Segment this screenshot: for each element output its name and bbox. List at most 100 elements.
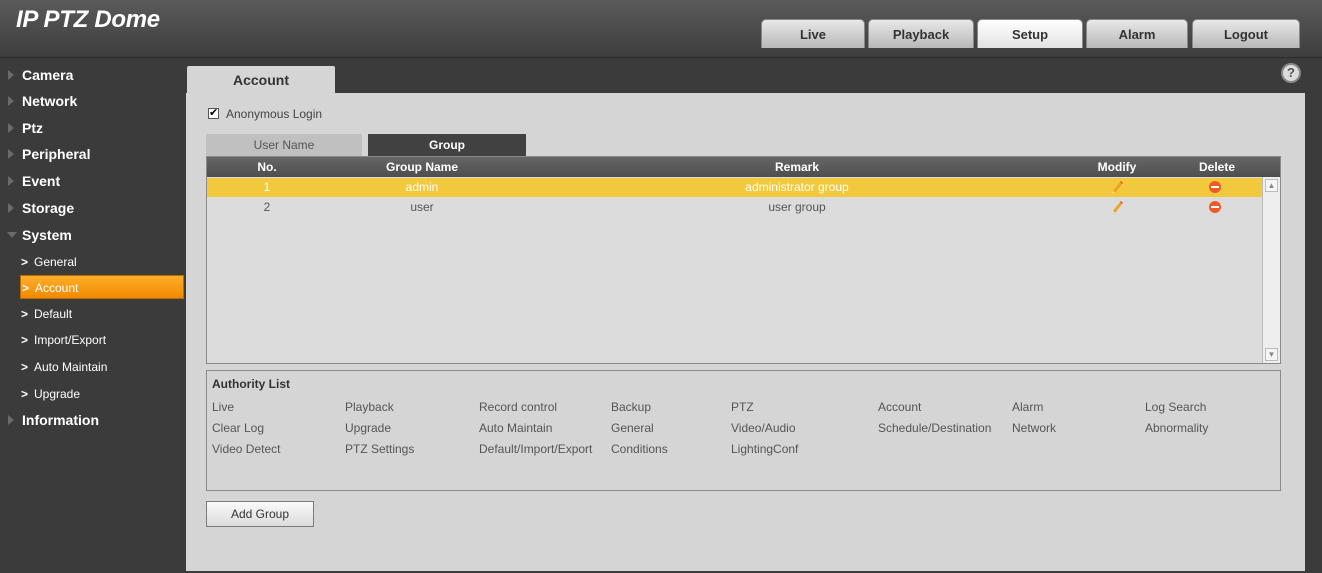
cell-no: 2 (263, 200, 271, 214)
nav-playback[interactable]: Playback (868, 19, 974, 48)
sidebar-menu-information[interactable]: Information (8, 412, 99, 428)
collapsed-arrow-icon (8, 415, 14, 425)
authority-item: Video/Audio (731, 421, 796, 435)
sidebar-menu-label: Network (22, 93, 78, 109)
collapsed-arrow-icon (8, 70, 14, 80)
chevron-right-icon: > (21, 360, 29, 374)
anonymous-login-label: Anonymous Login (226, 107, 323, 121)
subtab-user-name[interactable]: User Name (206, 134, 362, 156)
sidebar-item-label: Upgrade (34, 387, 81, 401)
sidebar-menu-label: Camera (22, 67, 74, 83)
sidebar-menu-camera[interactable]: Camera (8, 67, 74, 83)
scroll-down-icon[interactable]: ▼ (1265, 348, 1278, 361)
sidebar-menu-event[interactable]: Event (8, 173, 61, 189)
authority-item: Abnormality (1145, 421, 1209, 435)
authority-list: Authority List Live Playback Record cont… (206, 370, 1281, 491)
table-row[interactable]: 2 user user group (207, 198, 1262, 217)
authority-item: Clear Log (212, 421, 265, 435)
chevron-right-icon: > (21, 255, 29, 269)
cell-remark: user group (768, 200, 826, 214)
sidebar-item-account[interactable]: > Account (20, 275, 184, 299)
sidebar-item-upgrade[interactable]: > Upgrade (20, 382, 184, 406)
tab-account[interactable]: Account (187, 66, 335, 93)
cell-group-name: user (410, 200, 434, 214)
cell-remark: administrator group (745, 180, 849, 194)
delete-icon[interactable] (1209, 201, 1221, 213)
column-header-group-name: Group Name (385, 160, 458, 174)
sidebar-item-label: Import/Export (34, 333, 107, 347)
sidebar-item-label: Default (34, 307, 73, 321)
authority-item: PTZ (731, 400, 754, 414)
authority-item: Log Search (1145, 400, 1207, 414)
sidebar: Camera Network Ptz Peripheral Event Stor… (0, 58, 186, 573)
authority-item: PTZ Settings (345, 442, 415, 456)
sidebar-item-general[interactable]: > General (20, 250, 184, 274)
sidebar-menu-ptz[interactable]: Ptz (8, 120, 43, 136)
sidebar-item-default[interactable]: > Default (20, 302, 184, 326)
collapsed-arrow-icon (8, 123, 14, 133)
authority-item: Network (1012, 421, 1057, 435)
sidebar-menu-network[interactable]: Network (8, 93, 78, 109)
tab-strip (186, 58, 1305, 93)
main-panel: Account ? ✔ Anonymous Login User Name Gr… (186, 58, 1305, 571)
column-header-delete: Delete (1198, 160, 1236, 174)
subtab-group[interactable]: Group (368, 134, 526, 156)
sidebar-menu-label: Event (22, 173, 61, 189)
sidebar-item-label: Account (35, 281, 79, 295)
authority-item: Account (878, 400, 922, 414)
chevron-right-icon: > (21, 387, 29, 401)
authority-item: Backup (611, 400, 652, 414)
collapsed-arrow-icon (8, 203, 14, 213)
nav-logout[interactable]: Logout (1192, 19, 1300, 48)
chevron-right-icon: > (21, 333, 29, 347)
authority-item: Conditions (611, 442, 668, 456)
sidebar-menu-peripheral[interactable]: Peripheral (8, 146, 91, 162)
delete-icon[interactable] (1209, 181, 1221, 193)
authority-item: Video Detect (212, 442, 281, 456)
sidebar-menu-label: Ptz (22, 120, 43, 136)
sidebar-menu-system[interactable]: System (7, 227, 72, 243)
edit-pencil-icon[interactable] (1110, 180, 1124, 194)
authority-item: Upgrade (345, 421, 392, 435)
authority-item: Auto Maintain (479, 421, 553, 435)
nav-alarm[interactable]: Alarm (1086, 19, 1188, 48)
collapsed-arrow-icon (8, 176, 14, 186)
column-header-remark: Remark (774, 160, 820, 174)
sidebar-menu-storage[interactable]: Storage (8, 200, 75, 216)
chevron-right-icon: > (22, 281, 30, 295)
nav-live[interactable]: Live (761, 19, 865, 48)
authority-item: Schedule/Destination (878, 421, 992, 435)
cell-group-name: admin (405, 180, 439, 194)
brand-title: IP PTZ Dome (16, 6, 160, 33)
chevron-right-icon: > (21, 307, 29, 321)
collapsed-arrow-icon (8, 96, 14, 106)
sidebar-item-label: Auto Maintain (34, 360, 108, 374)
column-header-no: No. (257, 160, 277, 174)
table-row[interactable]: 1 admin administrator group (207, 178, 1262, 197)
sidebar-item-label: General (34, 255, 77, 269)
collapsed-arrow-icon (8, 149, 14, 159)
authority-item: General (611, 421, 654, 435)
add-group-button[interactable]: Add Group (206, 501, 314, 527)
authority-item: Live (212, 400, 235, 414)
sidebar-menu-label: System (22, 227, 72, 243)
scroll-up-icon[interactable]: ▲ (1265, 179, 1278, 192)
table-header: No. Group Name Remark Modify Delete (207, 157, 1280, 177)
sidebar-menu-label: Information (22, 412, 99, 428)
anonymous-login-checkbox[interactable]: ✔ (208, 108, 219, 119)
sidebar-item-import-export[interactable]: > Import/Export (20, 328, 184, 352)
expanded-arrow-icon (7, 232, 17, 238)
header-bar: IP PTZ Dome Live Playback Setup Alarm Lo… (0, 0, 1322, 58)
authority-item: Record control (479, 400, 558, 414)
sidebar-item-auto-maintain[interactable]: > Auto Maintain (20, 355, 184, 379)
authority-item: LightingConf (731, 442, 799, 456)
authority-item: Default/Import/Export (479, 442, 593, 456)
edit-pencil-icon[interactable] (1110, 200, 1124, 214)
table-scrollbar[interactable]: ▲ ▼ (1262, 177, 1280, 363)
sidebar-menu-label: Peripheral (22, 146, 91, 162)
help-icon[interactable]: ? (1281, 63, 1301, 83)
nav-setup[interactable]: Setup (977, 19, 1083, 48)
authority-item: Alarm (1012, 400, 1044, 414)
sidebar-menu-label: Storage (22, 200, 75, 216)
cell-no: 1 (263, 180, 271, 194)
